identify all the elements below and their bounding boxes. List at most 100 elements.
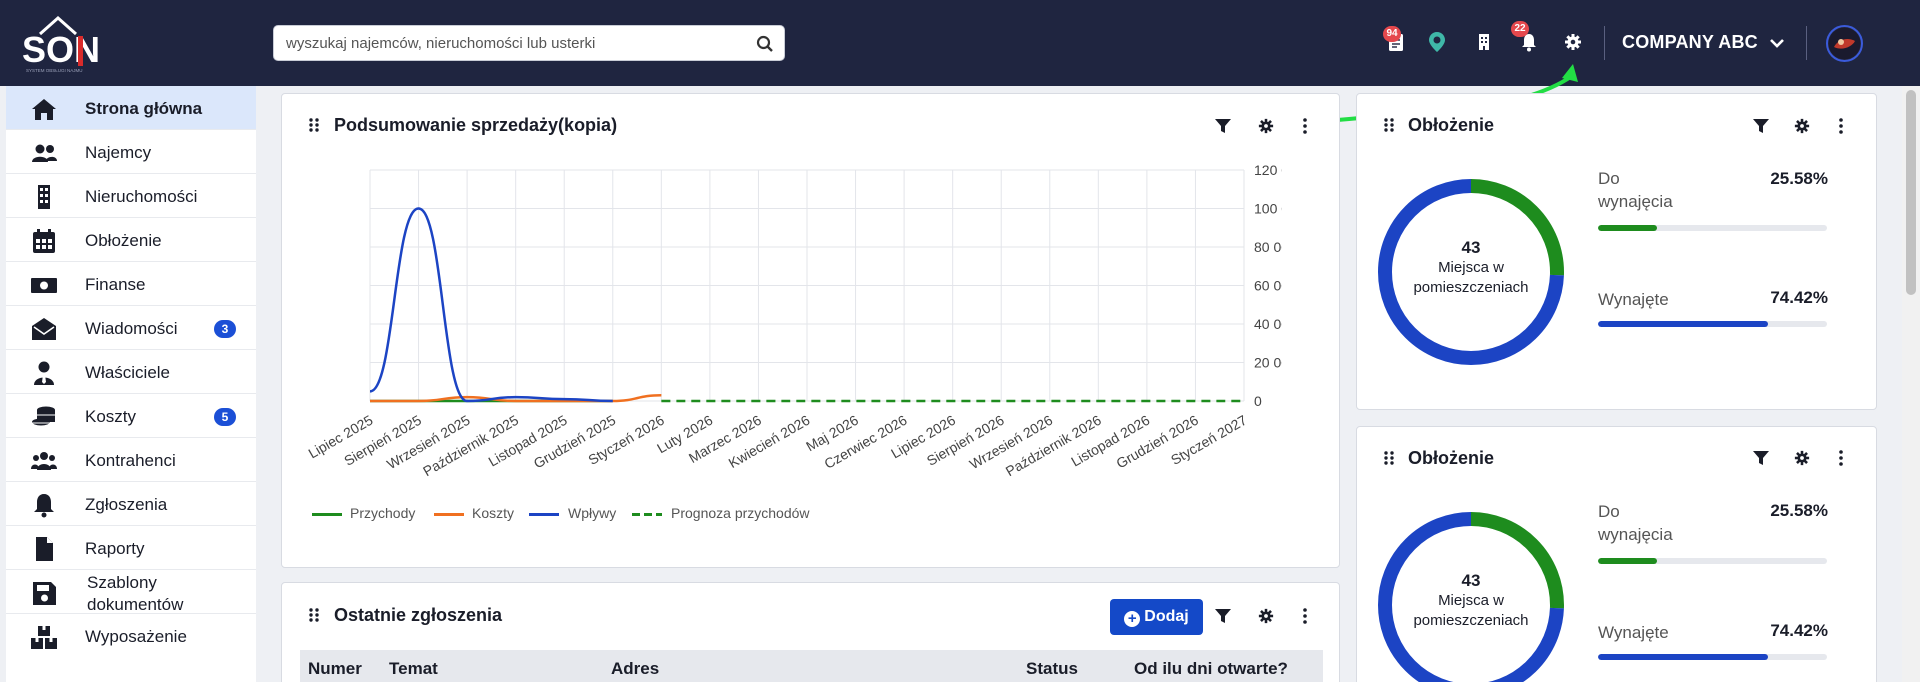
filter-icon[interactable] [1752, 449, 1770, 467]
column-header-subject[interactable]: Temat [389, 659, 438, 679]
building-icon [38, 185, 50, 209]
sidebar-item-label: Najemcy [85, 143, 152, 162]
money-icon [31, 278, 57, 293]
sidebar-item-contractors[interactable]: Kontrahenci [6, 438, 256, 482]
more-options-icon[interactable] [1296, 117, 1314, 135]
search-icon[interactable] [756, 35, 774, 53]
column-header-number[interactable]: Numer [308, 659, 362, 679]
sidebar-item-issues[interactable]: Zgłoszenia [6, 482, 256, 526]
add-issue-button[interactable]: + Dodaj [1110, 599, 1203, 635]
building-icon[interactable] [1472, 30, 1496, 54]
y-tick-label: 40 000 [1254, 316, 1282, 332]
column-header-status[interactable]: Status [1026, 659, 1078, 679]
company-selector[interactable]: COMPANY ABC [1622, 32, 1758, 53]
sidebar-item-label: Kontrahenci [85, 451, 176, 470]
son-logo[interactable]: SON SYSTEM OBSŁUGI NAJMU [20, 12, 100, 76]
legend-label-forecast: Prognoza przychodów [671, 505, 810, 521]
y-tick-label: 100 000 [1254, 201, 1282, 217]
sidebar-item-label: Wiadomości [85, 319, 178, 338]
sidebar-item-messages[interactable]: Wiadomości 3 [6, 306, 256, 350]
add-button-label: Dodaj [1144, 607, 1189, 625]
sidebar-item-label: Strona główna [85, 99, 203, 118]
gear-icon[interactable] [1257, 117, 1275, 135]
drag-handle-icon[interactable] [1383, 450, 1395, 466]
document-notifications-badge: 94 [1383, 26, 1401, 42]
coins-icon [32, 406, 55, 426]
sidebar-item-reports[interactable]: Raporty [6, 526, 256, 570]
bell-icon [34, 494, 54, 518]
occupancy-donut-center: 43 Miejsca w pomieszczeniach [1396, 571, 1546, 631]
owner-icon [34, 361, 54, 385]
scrollbar-thumb[interactable] [1906, 90, 1916, 295]
occupancy-pct-available: 25.58% [1770, 501, 1828, 520]
search-input[interactable] [286, 26, 736, 60]
sidebar-item-templates[interactable]: Szablony dokumentów [6, 570, 256, 614]
messages-badge: 3 [214, 320, 236, 338]
top-bar: SON SYSTEM OBSŁUGI NAJMU 94 22 [0, 0, 1920, 86]
sidebar-item-owners[interactable]: Właściciele [6, 350, 256, 394]
drag-handle-icon[interactable] [1383, 117, 1395, 133]
occupancy-label-available: Do wynajęcia [1598, 502, 1673, 544]
gear-icon[interactable] [1561, 30, 1585, 54]
location-pin-icon[interactable] [1425, 30, 1449, 54]
page-scrollbar[interactable] [1902, 86, 1920, 682]
plus-icon: + [1124, 610, 1141, 627]
column-header-days-open[interactable]: Od ilu dni otwarte? [1134, 659, 1288, 679]
more-options-icon[interactable] [1832, 449, 1850, 467]
legend-swatch-costs [434, 513, 464, 516]
sidebar-item-label: Nieruchomości [85, 187, 198, 206]
avatar[interactable] [1826, 25, 1863, 62]
file-icon [36, 537, 53, 561]
legend-swatch-revenue [312, 513, 342, 516]
sidebar-item-label: Zgłoszenia [85, 495, 168, 514]
occupancy-bar-rented [1598, 654, 1827, 660]
y-tick-label: 0 [1254, 393, 1262, 409]
filter-icon[interactable] [1752, 117, 1770, 135]
sidebar-item-costs[interactable]: Koszty 5 [6, 394, 256, 438]
occupancy-bar-available [1598, 225, 1827, 231]
drag-handle-icon[interactable] [308, 117, 320, 133]
gear-icon[interactable] [1793, 117, 1811, 135]
legend-label-costs: Koszty [472, 505, 515, 521]
occupancy-donut-center: 43 Miejsca w pomieszczeniach [1396, 238, 1546, 298]
filter-icon[interactable] [1214, 607, 1232, 625]
group-icon [31, 452, 57, 470]
occupancy-center-label: Miejsca w pomieszczeniach [1413, 592, 1529, 629]
issues-table-header: Numer Temat Adres Status Od ilu dni otwa… [300, 650, 1323, 682]
more-options-icon[interactable] [1296, 607, 1314, 625]
legend-swatch-forecast [632, 513, 662, 516]
users-icon [32, 144, 57, 162]
bell-badge: 22 [1511, 21, 1529, 37]
sidebar-item-occupancy[interactable]: Obłożenie [6, 218, 256, 262]
gear-icon[interactable] [1793, 449, 1811, 467]
chevron-down-icon[interactable] [1768, 34, 1786, 52]
occupancy-title: Obłożenie [1408, 448, 1495, 468]
gear-icon[interactable] [1257, 607, 1275, 625]
occupancy-pct-available: 25.58% [1770, 169, 1828, 188]
sidebar-item-label: Finanse [85, 275, 146, 294]
sidebar-item-label: Obłożenie [85, 231, 162, 250]
sidebar-item-label: Koszty [85, 407, 137, 426]
sidebar-item-properties[interactable]: Nieruchomości [6, 174, 256, 218]
column-header-address[interactable]: Adres [611, 659, 659, 679]
occupancy-total: 43 [1461, 238, 1481, 257]
home-icon [32, 99, 56, 120]
occupancy-pct-rented: 74.42% [1770, 621, 1828, 640]
sidebar-item-home[interactable]: Strona główna [6, 86, 256, 130]
drag-handle-icon[interactable] [308, 607, 320, 623]
filter-icon[interactable] [1214, 117, 1232, 135]
sidebar-item-equipment[interactable]: Wyposażenie [6, 614, 256, 658]
sidebar-item-tenants[interactable]: Najemcy [6, 130, 256, 174]
occupancy-label-rented: Wynajęte [1598, 623, 1669, 642]
legend-label-inflows: Wpływy [568, 505, 617, 521]
sales-line-chart: 120 000100 00080 00060 00040 00020 0000L… [305, 162, 1282, 479]
occupancy-bar-rented [1598, 321, 1827, 327]
costs-badge: 5 [214, 408, 236, 426]
sidebar-item-label: Właściciele [85, 363, 171, 382]
sales-summary-title: Podsumowanie sprzedaży(kopia) [334, 115, 618, 135]
y-tick-label: 80 000 [1254, 239, 1282, 255]
more-options-icon[interactable] [1832, 117, 1850, 135]
legend-swatch-inflows [529, 513, 559, 516]
y-tick-label: 60 000 [1254, 278, 1282, 294]
sidebar-item-finance[interactable]: Finanse [6, 262, 256, 306]
